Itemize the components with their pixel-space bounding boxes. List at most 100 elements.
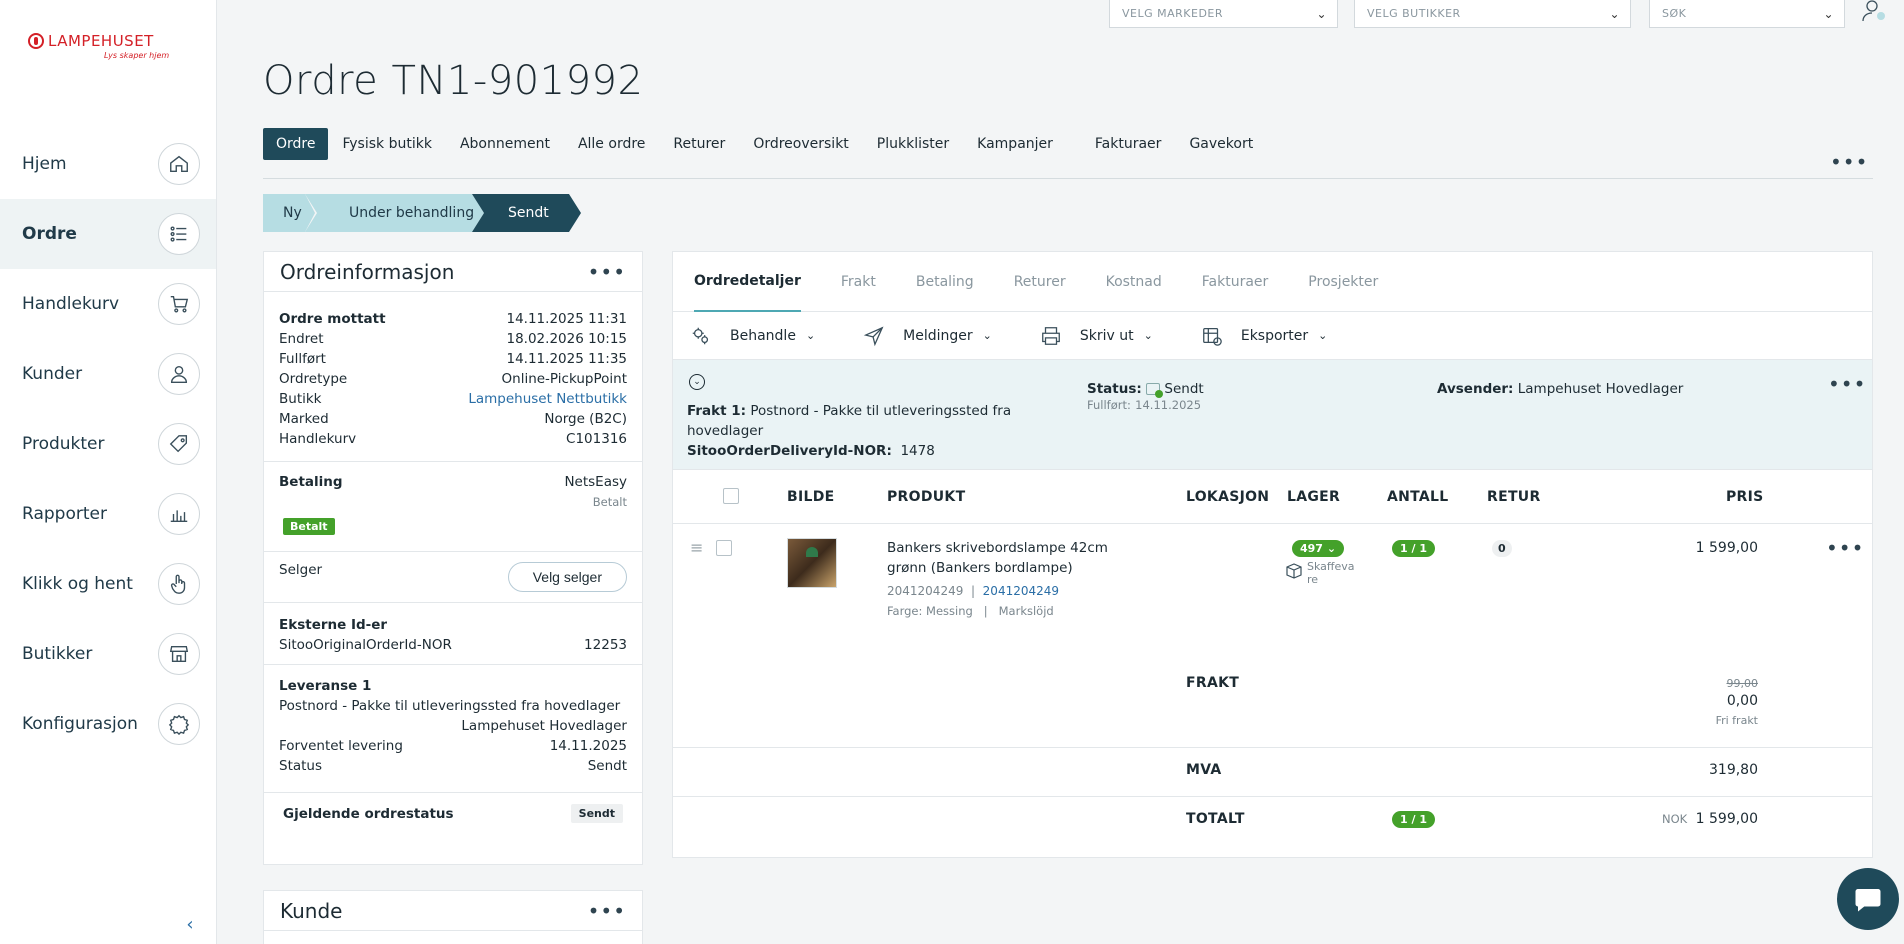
card-title: Ordreinformasjon: [280, 259, 455, 284]
total-label: TOTALT: [1186, 811, 1245, 827]
type-value: Online-PickupPoint: [501, 371, 627, 387]
order-info-menu-button[interactable]: •••: [588, 262, 626, 282]
search-select[interactable]: SØK ⌄: [1649, 0, 1845, 28]
freight-label: FRAKT: [1186, 675, 1240, 691]
tab-kostnad[interactable]: Kostnad: [1106, 252, 1162, 312]
sidebar-item-kunder[interactable]: Kunder: [0, 339, 216, 409]
gear-icon: [158, 703, 200, 745]
currency: NOK: [1662, 812, 1688, 826]
detail-actions: Behandle ⌄ Meldinger ⌄ Skriv ut ⌄ Eksporter…: [673, 312, 1872, 360]
sidebar-item-konfigurasjon[interactable]: Konfigurasjon: [0, 689, 216, 759]
chevron-down-icon: ⌄: [1326, 542, 1337, 555]
sidebar-item-handlekurv[interactable]: Handlekurv: [0, 269, 216, 339]
row-checkbox[interactable]: [716, 540, 732, 556]
select-seller-button[interactable]: Velg selger: [507, 562, 627, 592]
tab-fakturaer[interactable]: Fakturaer: [1202, 252, 1269, 312]
external-id-value: 12253: [584, 637, 627, 653]
store-select[interactable]: VELG BUTIKKER ⌄: [1354, 0, 1631, 28]
chat-icon: [1855, 889, 1881, 912]
search-select-label: SØK: [1662, 7, 1687, 20]
tab-prosjekter[interactable]: Prosjekter: [1308, 252, 1378, 312]
line-menu-button[interactable]: •••: [1826, 538, 1864, 558]
user-profile-icon[interactable]: [1862, 0, 1888, 22]
step-sendt: Sendt: [472, 194, 581, 232]
tab-fysisk-butikk[interactable]: Fysisk butikk: [328, 128, 445, 160]
sidebar-item-label: Hjem: [22, 154, 67, 174]
chevron-left-icon: ‹: [186, 913, 194, 935]
home-icon: [158, 143, 200, 185]
quantity-badge: 1 / 1: [1392, 540, 1435, 557]
expected-delivery-value: 14.11.2025: [549, 738, 627, 754]
sidebar-item-klikk-og-hent[interactable]: Klikk og hent: [0, 549, 216, 619]
collapse-sidebar-button[interactable]: ‹: [178, 912, 202, 936]
stock-value: 497: [1300, 542, 1323, 555]
received-value: 14.11.2025 11:31: [506, 311, 628, 327]
sidebar-item-label: Handlekurv: [22, 294, 120, 314]
payment-status-text: Betalt: [592, 495, 627, 509]
vat-label: MVA: [1186, 762, 1222, 778]
brand-logo[interactable]: LAMPEHUSET: [28, 32, 154, 50]
column-header: LAGER: [1287, 488, 1341, 505]
messages-action-button[interactable]: Meldinger ⌄: [863, 325, 992, 347]
sidebar-item-label: Butikker: [22, 644, 93, 664]
gears-icon: [692, 327, 709, 344]
tab-fakturaer[interactable]: Fakturaer: [1081, 128, 1176, 160]
divider: [263, 178, 1873, 179]
shipment-label: Frakt 1:: [687, 403, 747, 419]
stock-badge[interactable]: 497 ⌄: [1292, 540, 1345, 557]
print-icon: [1041, 326, 1060, 345]
product-sku-link[interactable]: 2041204249: [983, 584, 1059, 598]
table-header: BILDE PRODUKT LOKASJON LAGER ANTALL RETU…: [673, 470, 1872, 524]
payment-provider: NetsEasy: [564, 474, 627, 490]
store-icon: [158, 633, 200, 675]
order-info-card: Ordreinformasjon ••• Ordre mottatt 14.11.…: [263, 251, 643, 865]
drag-handle-icon[interactable]: ≡: [690, 538, 703, 557]
sidebar-item-butikker[interactable]: Butikker: [0, 619, 216, 689]
tab-gavekort[interactable]: Gavekort: [1175, 128, 1267, 160]
chat-button[interactable]: [1837, 868, 1899, 930]
more-tabs-button[interactable]: •••: [1830, 152, 1868, 172]
chevron-down-icon: ⌄: [1143, 329, 1153, 342]
tab-alle-ordre[interactable]: Alle ordre: [564, 128, 659, 160]
user-icon: [158, 353, 200, 395]
delivery-status-value: Sendt: [587, 758, 627, 774]
tab-kampanjer[interactable]: Kampanjer: [963, 128, 1067, 160]
sidebar-item-ordre[interactable]: Ordre: [0, 199, 216, 269]
delivery-id-value: 1478: [900, 443, 935, 459]
column-header: RETUR: [1487, 488, 1541, 505]
sidebar-item-rapporter[interactable]: Rapporter: [0, 479, 216, 549]
sidebar-item-hjem[interactable]: Hjem: [0, 129, 216, 199]
collapse-shipment-toggle[interactable]: ⌄: [689, 374, 705, 390]
tab-returer[interactable]: Returer: [1014, 252, 1066, 312]
action-label: Meldinger: [903, 327, 973, 344]
order-details-card: Ordredetaljer Frakt Betaling Returer Kos…: [672, 251, 1873, 858]
tab-abonnement[interactable]: Abonnement: [446, 128, 564, 160]
sidebar-item-produkter[interactable]: Produkter: [0, 409, 216, 479]
delivery-label: Leveranse 1: [279, 678, 372, 694]
external-ids-label: Eksterne Id-er: [279, 617, 388, 633]
store-link[interactable]: Lampehuset Nettbutikk: [468, 389, 627, 409]
tab-returer[interactable]: Returer: [659, 128, 739, 160]
export-action-button[interactable]: Eksporter ⌄: [1201, 325, 1327, 347]
process-action-button[interactable]: Behandle ⌄: [690, 325, 815, 347]
tab-betaling[interactable]: Betaling: [916, 252, 974, 312]
seller-label: Selger: [279, 562, 323, 578]
external-id-key: SitooOriginalOrderId-NOR: [279, 637, 452, 653]
tab-ordre[interactable]: Ordre: [263, 128, 329, 160]
tab-ordredetaljer[interactable]: Ordredetaljer: [694, 252, 801, 312]
select-all-checkbox[interactable]: [723, 488, 739, 504]
sidebar: LAMPEHUSET Lys skaper hjem Hjem Ordre Ha…: [0, 0, 217, 944]
action-label: Behandle: [730, 327, 796, 344]
action-label: Eksporter: [1240, 327, 1309, 344]
print-action-button[interactable]: Skriv ut ⌄: [1040, 325, 1153, 347]
delivery-id-label: SitooOrderDeliveryId-NOR:: [687, 443, 892, 459]
tab-ordreoversikt[interactable]: Ordreoversikt: [739, 128, 862, 160]
step-ny: Ny: [263, 194, 315, 232]
shipment-menu-button[interactable]: •••: [1828, 374, 1866, 394]
tab-frakt[interactable]: Frakt: [841, 252, 876, 312]
customer-menu-button[interactable]: •••: [588, 901, 626, 921]
product-name[interactable]: Bankers skrivebordslampe 42cm grønn (Ban…: [887, 538, 1147, 578]
product-image[interactable]: [787, 538, 837, 588]
market-select[interactable]: VELG MARKEDER ⌄: [1109, 0, 1338, 28]
tab-plukklister[interactable]: Plukklister: [863, 128, 963, 160]
